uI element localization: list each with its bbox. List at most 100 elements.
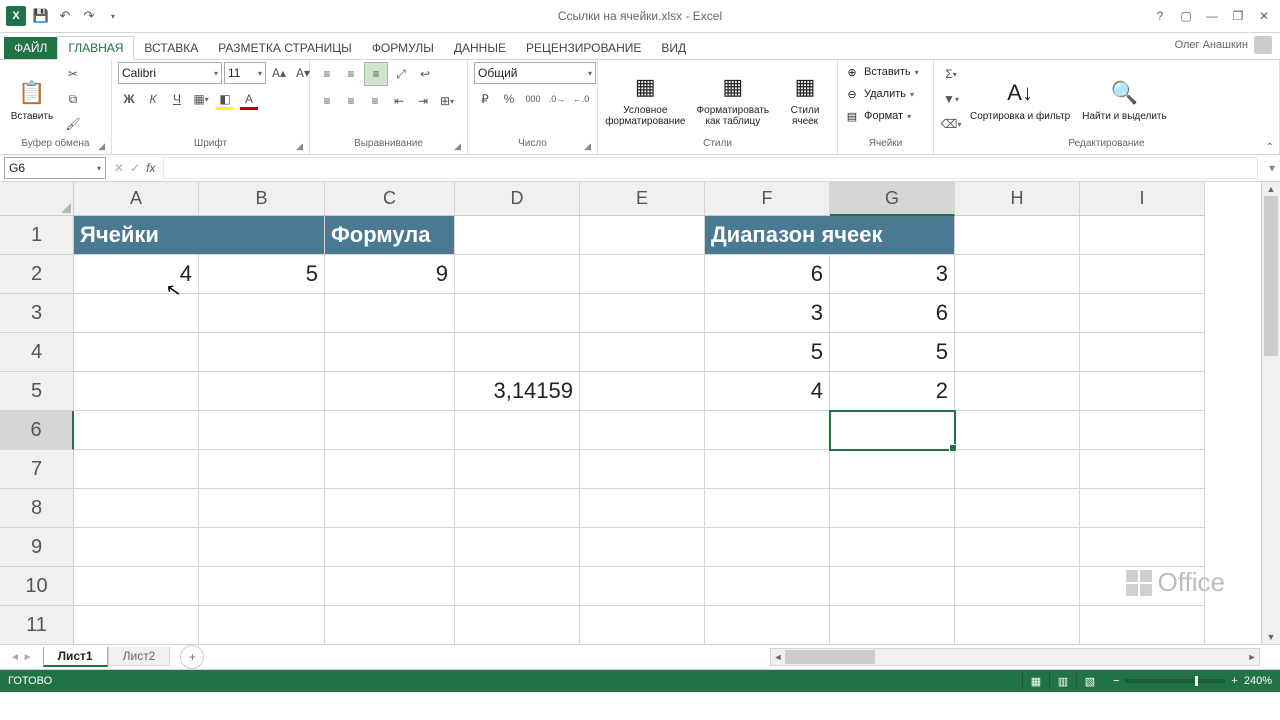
cell[interactable] [1080, 216, 1205, 255]
cell[interactable] [705, 606, 830, 644]
insert-cells-button[interactable]: ⊕Вставить ▾ [844, 62, 919, 82]
zoom-out-icon[interactable]: − [1113, 675, 1119, 687]
cell[interactable] [955, 489, 1080, 528]
cell[interactable] [325, 606, 455, 644]
cell[interactable] [830, 567, 955, 606]
cell[interactable] [1080, 489, 1205, 528]
cell[interactable] [74, 411, 199, 450]
cell-styles-button[interactable]: ▦ Стили ячеек [779, 69, 831, 129]
align-center-icon[interactable]: ≡ [340, 90, 362, 112]
cell[interactable] [455, 450, 580, 489]
cell[interactable] [325, 411, 455, 450]
cell[interactable] [455, 216, 580, 255]
row-header[interactable]: 4 [0, 333, 74, 372]
align-bottom-icon[interactable]: ≡ [364, 62, 388, 86]
worksheet-grid[interactable]: ABCDEFGHI 1234567891011 ЯчейкиФормулаДиа… [0, 182, 1261, 644]
cell[interactable] [955, 606, 1080, 644]
zoom-in-icon[interactable]: + [1231, 675, 1237, 687]
cell[interactable] [325, 450, 455, 489]
row-header[interactable]: 9 [0, 528, 74, 567]
row-header[interactable]: 1 [0, 216, 74, 255]
autosum-icon[interactable]: Σ▾ [940, 63, 962, 85]
cell[interactable] [455, 606, 580, 644]
tab-file[interactable]: ФАЙЛ [4, 37, 57, 59]
dialog-launcher-icon[interactable]: ◢ [98, 141, 105, 152]
fill-icon[interactable]: ▼▾ [940, 88, 962, 110]
cell[interactable] [955, 411, 1080, 450]
cell[interactable] [1080, 333, 1205, 372]
cell[interactable]: 5 [199, 255, 325, 294]
cell[interactable] [199, 450, 325, 489]
cell[interactable] [455, 411, 580, 450]
cell[interactable] [580, 216, 705, 255]
row-header[interactable]: 6 [0, 411, 74, 450]
minimize-icon[interactable]: — [1200, 6, 1224, 26]
italic-button[interactable]: К [142, 88, 164, 110]
column-header[interactable]: B [199, 182, 325, 216]
accounting-format-icon[interactable]: ₽ [474, 88, 496, 110]
format-painter-icon[interactable]: 🖌 [62, 113, 84, 135]
cell[interactable] [580, 489, 705, 528]
cell[interactable]: 9 [325, 255, 455, 294]
cancel-formula-icon[interactable]: ✕ [114, 161, 124, 175]
column-header[interactable]: G [830, 182, 955, 216]
cell[interactable] [74, 333, 199, 372]
cell[interactable] [74, 606, 199, 644]
vscroll-thumb[interactable] [1264, 196, 1278, 356]
copy-icon[interactable]: ⧉ [62, 88, 84, 110]
scroll-down-icon[interactable]: ▼ [1262, 630, 1280, 644]
sort-filter-button[interactable]: A↓ Сортировка и фильтр [966, 75, 1074, 124]
cell[interactable] [199, 411, 325, 450]
cell[interactable] [1080, 528, 1205, 567]
cell[interactable] [325, 489, 455, 528]
cell[interactable]: 3 [705, 294, 830, 333]
horizontal-scrollbar[interactable]: ◄ ► [770, 648, 1260, 666]
row-header[interactable]: 7 [0, 450, 74, 489]
formula-input[interactable] [163, 157, 1258, 179]
add-sheet-button[interactable]: + [180, 645, 204, 669]
align-left-icon[interactable]: ≡ [316, 90, 338, 112]
dialog-launcher-icon[interactable]: ◢ [584, 141, 591, 152]
cell[interactable] [705, 489, 830, 528]
align-middle-icon[interactable]: ≡ [340, 63, 362, 85]
tab-page-layout[interactable]: РАЗМЕТКА СТРАНИЦЫ [208, 37, 362, 59]
cell[interactable] [325, 372, 455, 411]
cell[interactable] [955, 567, 1080, 606]
tab-insert[interactable]: ВСТАВКА [134, 37, 208, 59]
cut-icon[interactable]: ✂ [62, 63, 84, 85]
cell[interactable] [1080, 450, 1205, 489]
cell[interactable]: 2 [830, 372, 955, 411]
format-cells-button[interactable]: ▤Формат ▾ [844, 106, 911, 126]
paste-button[interactable]: 📋 Вставить [6, 75, 58, 124]
cell[interactable] [830, 528, 955, 567]
fx-icon[interactable]: fx [146, 161, 155, 175]
tab-review[interactable]: РЕЦЕНЗИРОВАНИЕ [516, 37, 651, 59]
percent-format-icon[interactable]: % [498, 88, 520, 110]
zoom-slider[interactable] [1125, 679, 1225, 683]
name-box[interactable]: G6▾ [4, 157, 106, 179]
bold-button[interactable]: Ж [118, 88, 140, 110]
cell[interactable] [74, 567, 199, 606]
decrease-indent-icon[interactable]: ⇤ [388, 90, 410, 112]
cell[interactable] [580, 294, 705, 333]
sheet-tab[interactable]: Лист2 [108, 647, 171, 666]
cell[interactable] [325, 294, 455, 333]
cell[interactable] [199, 372, 325, 411]
cell[interactable] [74, 450, 199, 489]
cell[interactable] [955, 450, 1080, 489]
clear-icon[interactable]: ⌫▾ [940, 113, 962, 135]
cell[interactable] [1080, 567, 1205, 606]
cell[interactable] [1080, 411, 1205, 450]
cell[interactable]: Диапазон ячеек [705, 216, 955, 255]
row-header[interactable]: 10 [0, 567, 74, 606]
scroll-up-icon[interactable]: ▲ [1262, 182, 1280, 196]
cell[interactable]: Ячейки [74, 216, 325, 255]
cell[interactable] [74, 528, 199, 567]
ribbon-options-icon[interactable]: ▢ [1174, 6, 1198, 26]
close-icon[interactable]: ✕ [1252, 6, 1276, 26]
save-icon[interactable]: 💾 [32, 7, 50, 25]
cell[interactable] [199, 567, 325, 606]
format-as-table-button[interactable]: ▦ Форматировать как таблицу [691, 69, 775, 129]
align-top-icon[interactable]: ≡ [316, 63, 338, 85]
comma-format-icon[interactable]: 000 [522, 88, 544, 110]
